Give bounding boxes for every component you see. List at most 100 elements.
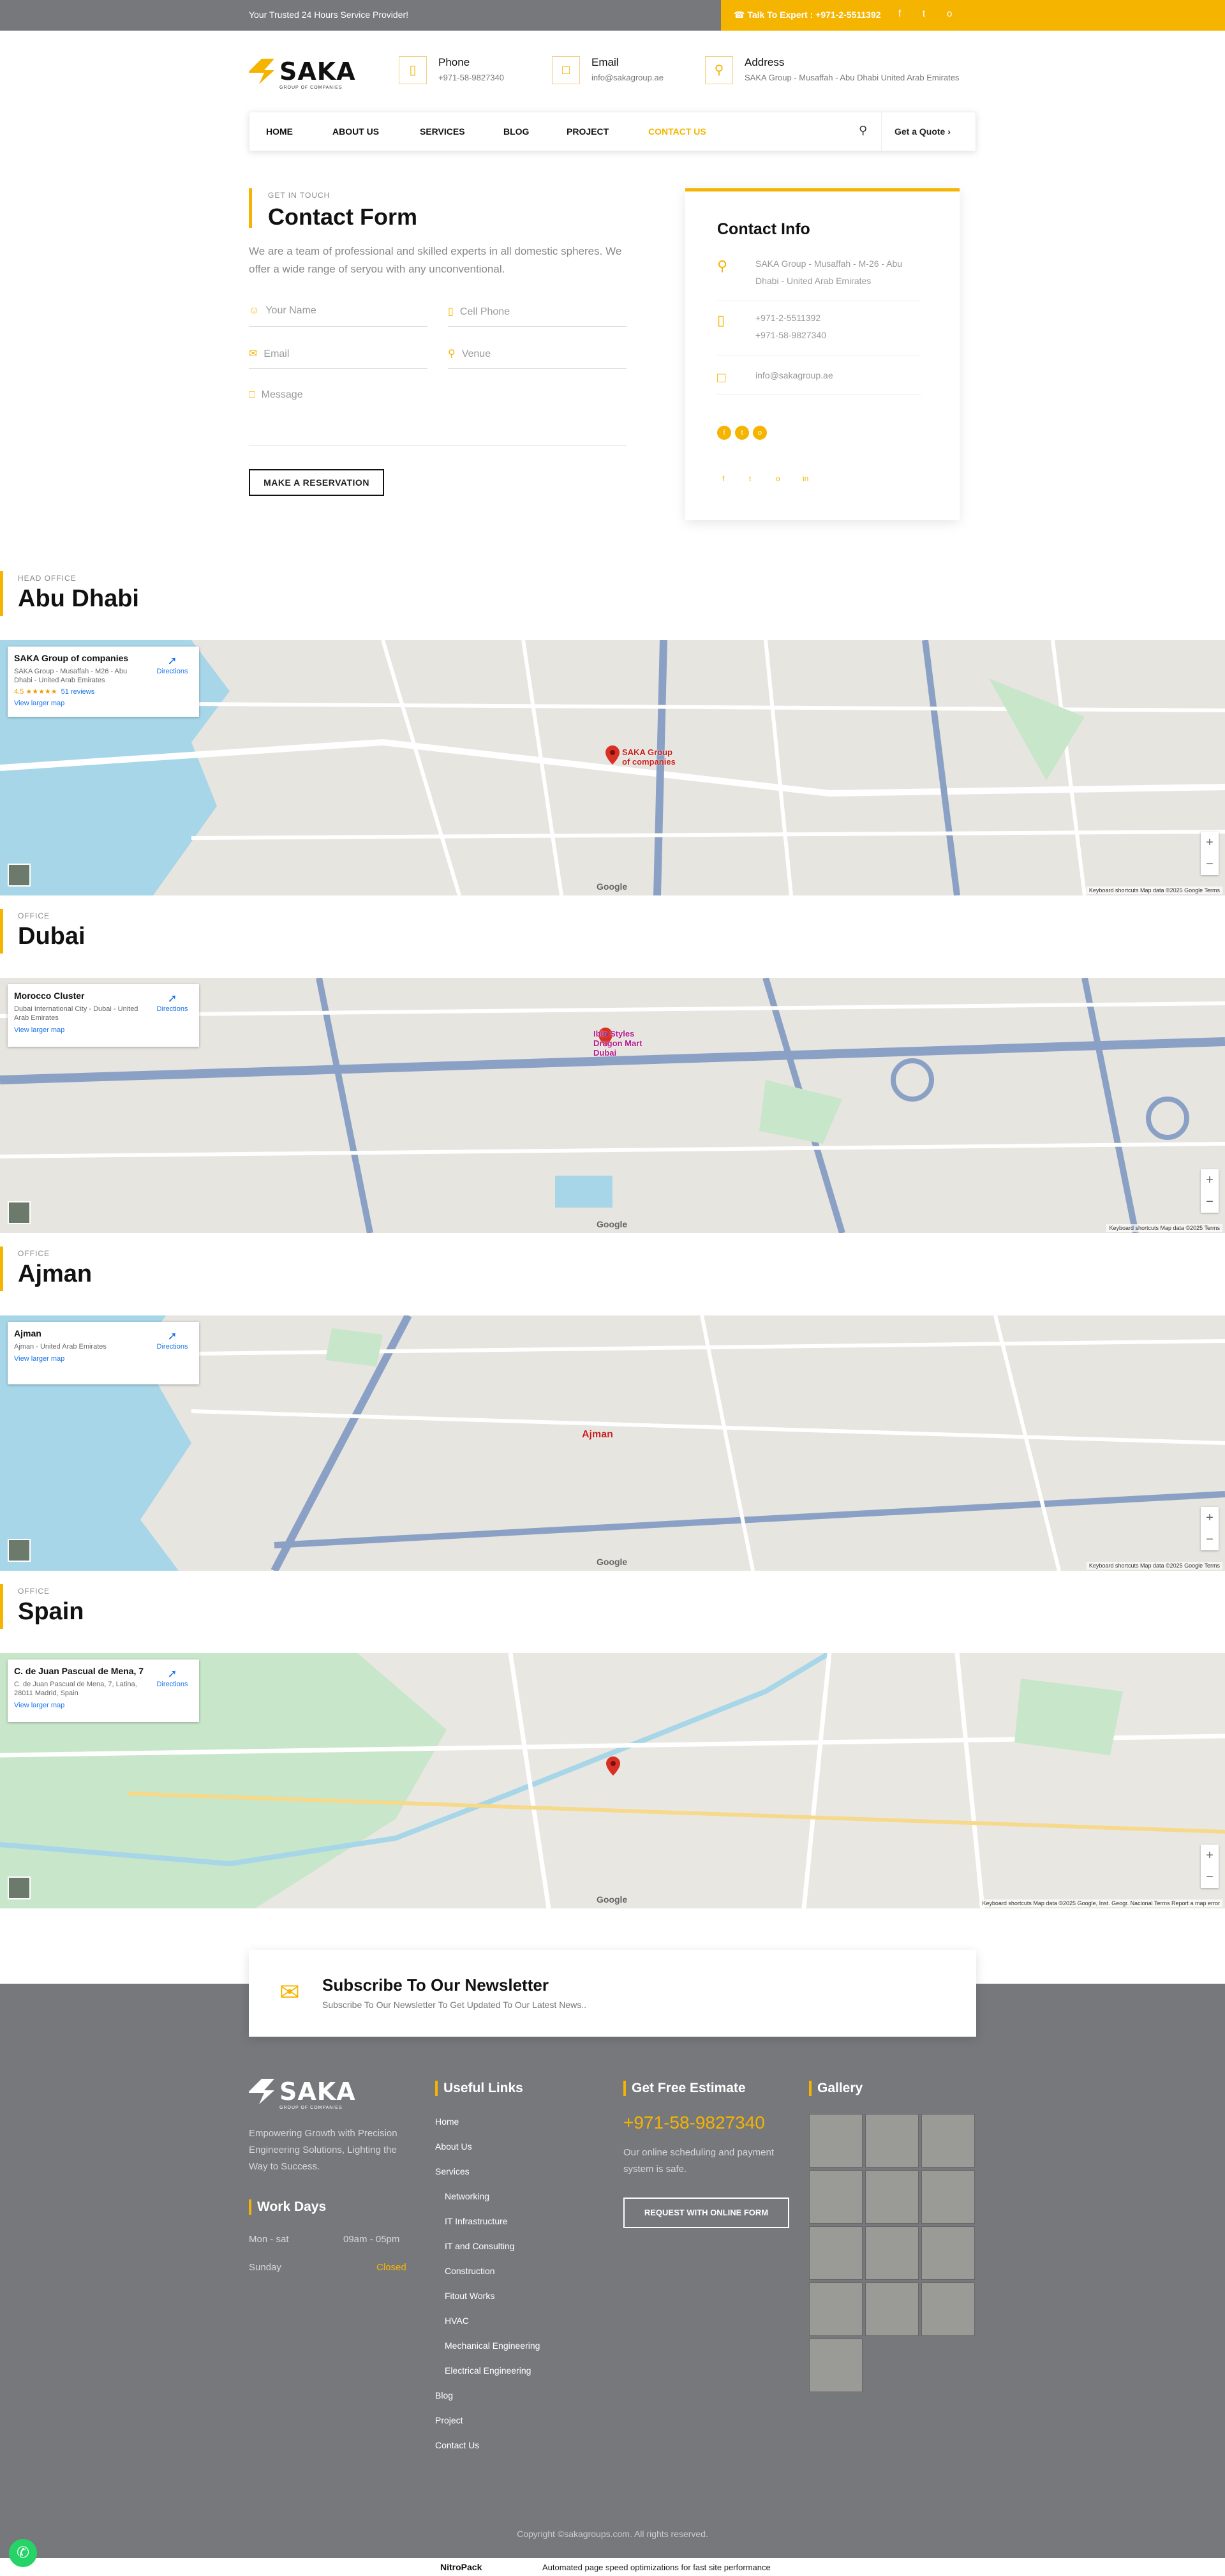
talk-to-expert-link[interactable]: ☎ Talk To Expert : +971-2-5511392 bbox=[734, 10, 881, 20]
nav-blog[interactable]: BLOG bbox=[503, 126, 529, 137]
directions-button[interactable]: ➚ Directions bbox=[153, 992, 191, 1013]
view-larger-map-link[interactable]: View larger map bbox=[14, 1355, 193, 1363]
gallery-image[interactable] bbox=[865, 2282, 919, 2336]
gallery-image[interactable] bbox=[809, 2339, 863, 2392]
footer-link-fitout[interactable]: Fitout Works bbox=[445, 2291, 494, 2301]
map-dubai[interactable]: Ibis Styles Dragon Mart Dubai Morocco Cl… bbox=[0, 978, 1225, 1233]
talk-to-expert-bar: ☎ Talk To Expert : +971-2-5511392 f t o bbox=[721, 0, 1225, 31]
map-pin-icon[interactable] bbox=[606, 1756, 620, 1776]
nav-about[interactable]: ABOUT US bbox=[332, 126, 379, 137]
footer-link-it-infrastructure[interactable]: IT Infrastructure bbox=[445, 2216, 508, 2226]
nitropack-logo[interactable]: NitroPack bbox=[440, 2562, 482, 2572]
instagram-icon[interactable]: o bbox=[947, 8, 952, 19]
directions-button[interactable]: ➚ Directions bbox=[153, 1329, 191, 1351]
footer-link-construction[interactable]: Construction bbox=[445, 2266, 495, 2276]
footer-link-mechanical[interactable]: Mechanical Engineering bbox=[445, 2340, 540, 2351]
gallery-image[interactable] bbox=[865, 2170, 919, 2224]
directions-button[interactable]: ➚ Directions bbox=[153, 654, 191, 675]
footer-link-hvac[interactable]: HVAC bbox=[445, 2316, 469, 2326]
satellite-toggle[interactable] bbox=[8, 864, 31, 887]
facebook-icon[interactable]: f bbox=[898, 8, 901, 19]
footer-link-about[interactable]: About Us bbox=[435, 2141, 472, 2152]
view-larger-map-link[interactable]: View larger map bbox=[14, 1702, 193, 1709]
footer-link-home[interactable]: Home bbox=[435, 2116, 459, 2127]
map-info-card: C. de Juan Pascual de Mena, 7 C. de Juan… bbox=[8, 1659, 199, 1722]
user-icon: ☺ bbox=[249, 305, 260, 316]
zoom-controls[interactable]: + − bbox=[1201, 832, 1219, 875]
gallery-image[interactable] bbox=[921, 2226, 975, 2280]
nav-home[interactable]: HOME bbox=[266, 126, 293, 137]
make-reservation-button[interactable]: MAKE A RESERVATION bbox=[249, 469, 384, 496]
estimate-phone[interactable]: +971-58-9827340 bbox=[623, 2113, 765, 2133]
phone-icon: ▯ bbox=[717, 312, 725, 328]
satellite-toggle[interactable] bbox=[8, 1876, 31, 1899]
satellite-toggle[interactable] bbox=[8, 1201, 31, 1224]
map-pin-label: Ibis Styles Dragon Mart Dubai bbox=[593, 1029, 642, 1058]
footer-link-services[interactable]: Services bbox=[435, 2166, 470, 2176]
message-field[interactable]: □ Message bbox=[249, 384, 627, 446]
gallery-image[interactable] bbox=[865, 2226, 919, 2280]
footer-link-blog[interactable]: Blog bbox=[435, 2390, 453, 2400]
directions-button[interactable]: ➚ Directions bbox=[153, 1667, 191, 1688]
map-pin-icon[interactable] bbox=[605, 745, 620, 765]
venue-field[interactable]: ⚲ Venue bbox=[448, 342, 627, 369]
logo[interactable]: SAKA GROUP OF COMPANIES bbox=[249, 57, 356, 90]
zoom-controls[interactable]: + − bbox=[1201, 1169, 1219, 1213]
search-icon[interactable]: ⚲ bbox=[859, 124, 867, 137]
map-abu-dhabi[interactable]: SAKA Group of companies SAKA Group of co… bbox=[0, 640, 1225, 895]
footer-link-networking[interactable]: Networking bbox=[445, 2191, 489, 2201]
nav-contact[interactable]: CONTACT US bbox=[648, 126, 706, 137]
zoom-controls[interactable]: + − bbox=[1201, 1507, 1219, 1550]
map-attribution[interactable]: Keyboard shortcuts Map data ©2025 Google… bbox=[1086, 1562, 1222, 1569]
footer-link-it-consulting[interactable]: IT and Consulting bbox=[445, 2241, 514, 2251]
instagram-icon[interactable]: o bbox=[776, 474, 780, 483]
gallery-image[interactable] bbox=[809, 2226, 863, 2280]
logo-mark-icon bbox=[249, 59, 274, 84]
header-phone: ▯ Phone +971-58-9827340 bbox=[399, 56, 504, 84]
contact-info-card: Contact Info ⚲ SAKA Group - Musaffah - M… bbox=[685, 188, 960, 520]
logo-mark-icon bbox=[249, 2079, 274, 2104]
newsletter-subtitle: Subscribe To Our Newsletter To Get Updat… bbox=[322, 2000, 586, 2010]
gallery-image[interactable] bbox=[809, 2170, 863, 2224]
email-field[interactable]: ✉ Email bbox=[249, 342, 427, 369]
twitter-icon[interactable]: t bbox=[749, 474, 751, 483]
twitter-icon[interactable]: t bbox=[923, 8, 925, 19]
gallery-image[interactable] bbox=[921, 2282, 975, 2336]
instagram-icon[interactable]: o bbox=[753, 426, 767, 440]
view-larger-map-link[interactable]: View larger map bbox=[14, 700, 193, 707]
linkedin-icon[interactable]: in bbox=[803, 474, 808, 483]
facebook-icon[interactable]: f bbox=[722, 474, 724, 483]
chat-icon: □ bbox=[249, 389, 255, 400]
zoom-controls[interactable]: + − bbox=[1201, 1845, 1219, 1888]
whatsapp-icon[interactable]: ✆ bbox=[9, 2539, 37, 2567]
map-info-card: Ajman Ajman - United Arab Emirates View … bbox=[8, 1322, 199, 1384]
facebook-icon[interactable]: f bbox=[717, 426, 731, 440]
map-info-card: Morocco Cluster Dubai International City… bbox=[8, 984, 199, 1047]
nav-services[interactable]: SERVICES bbox=[420, 126, 465, 137]
map-attribution[interactable]: Keyboard shortcuts Map data ©2025 Google… bbox=[1086, 887, 1222, 894]
gallery-image[interactable] bbox=[921, 2114, 975, 2168]
footer-logo[interactable]: SAKA GROUP OF COMPANIES bbox=[249, 2078, 356, 2110]
form-kicker: GET IN TOUCH bbox=[268, 191, 330, 200]
gallery-image[interactable] bbox=[809, 2114, 863, 2168]
footer-link-project[interactable]: Project bbox=[435, 2415, 463, 2425]
name-field[interactable]: ☺ Your Name bbox=[249, 300, 427, 327]
map-spain[interactable]: C. de Juan Pascual de Mena, 7 C. de Juan… bbox=[0, 1653, 1225, 1908]
gallery-image[interactable] bbox=[865, 2114, 919, 2168]
get-a-quote-button[interactable]: Get a Quote › bbox=[881, 112, 977, 151]
reviews-link[interactable]: 51 reviews bbox=[61, 688, 95, 696]
map-attribution[interactable]: Keyboard shortcuts Map data ©2025 Terms bbox=[1106, 1224, 1222, 1232]
view-larger-map-link[interactable]: View larger map bbox=[14, 1026, 193, 1034]
google-logo: Google bbox=[597, 881, 628, 892]
request-online-form-button[interactable]: REQUEST WITH ONLINE FORM bbox=[623, 2198, 789, 2228]
twitter-icon[interactable]: t bbox=[735, 426, 749, 440]
footer-link-electrical[interactable]: Electrical Engineering bbox=[445, 2365, 531, 2376]
phone-field[interactable]: ▯ Cell Phone bbox=[448, 300, 627, 327]
map-ajman[interactable]: Ajman Ajman Ajman - United Arab Emirates… bbox=[0, 1315, 1225, 1571]
nav-project[interactable]: PROJECT bbox=[567, 126, 609, 137]
gallery-image[interactable] bbox=[809, 2282, 863, 2336]
map-attribution[interactable]: Keyboard shortcuts Map data ©2025 Google… bbox=[979, 1899, 1222, 1907]
footer-link-contact[interactable]: Contact Us bbox=[435, 2440, 479, 2450]
gallery-image[interactable] bbox=[921, 2170, 975, 2224]
satellite-toggle[interactable] bbox=[8, 1539, 31, 1562]
